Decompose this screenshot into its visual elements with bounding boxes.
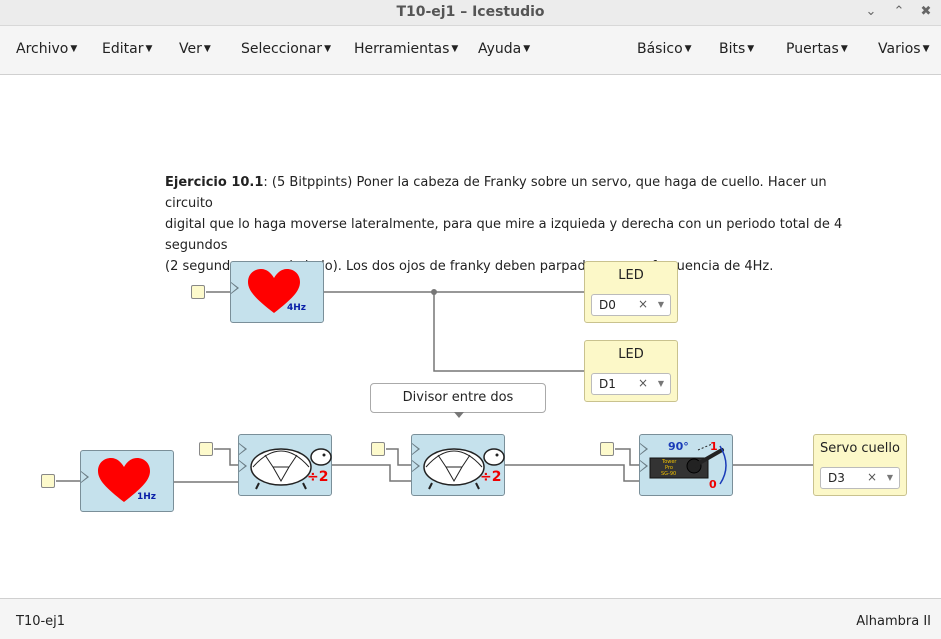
input-port[interactable] (191, 285, 205, 299)
pin-value: D3 (828, 471, 845, 485)
statusbar: T10-ej1 Alhambra II (0, 598, 941, 639)
dropdown-arrow-icon[interactable]: ▼ (658, 300, 664, 309)
window-title: T10-ej1 – Icestudio (396, 4, 545, 20)
input-port[interactable] (199, 442, 213, 456)
heartbeat-1hz-block[interactable]: 1Hz (80, 450, 174, 512)
pin-value: D0 (599, 298, 616, 312)
caret-down-icon: ▼ (840, 44, 848, 54)
input-arrow-icon (81, 471, 89, 483)
tooltip-arrow-icon (454, 412, 464, 418)
input-port[interactable] (41, 474, 55, 488)
servo-block[interactable]: 90° 1 0 Tower Pro SG-90 (639, 434, 733, 496)
frequency-label: 4Hz (287, 303, 307, 313)
board-name[interactable]: Alhambra II (856, 614, 931, 629)
maximize-icon[interactable]: ⌃ (890, 3, 908, 21)
divide-by-two-label: ÷2 (307, 469, 329, 485)
clear-icon[interactable]: × (867, 470, 877, 484)
menu-archivo[interactable]: Archivo ▼ (16, 41, 77, 57)
output-servo-cuello[interactable]: Servo cuello D3 × ▼ (813, 434, 907, 496)
pin-value: D1 (599, 377, 616, 391)
position-one-label: 1 (710, 440, 718, 453)
menubar: Archivo ▼ Editar ▼ Ver ▼ Seleccionar ▼ Herra… (0, 26, 941, 75)
close-icon[interactable]: ✖ (917, 3, 935, 21)
pin-select[interactable]: D1 × ▼ (591, 373, 671, 395)
menu-ayuda[interactable]: Ayuda ▼ (478, 41, 530, 57)
input-port[interactable] (371, 442, 385, 456)
position-zero-label: 0 (709, 478, 717, 491)
menu-puertas[interactable]: Puertas ▼ (786, 41, 848, 57)
pin-select[interactable]: D0 × ▼ (591, 294, 671, 316)
angle-label: 90° (668, 440, 689, 453)
design-canvas[interactable]: Ejercicio 10.1: (5 Bitppints) Poner la c… (0, 75, 941, 598)
output-label: Servo cuello (820, 441, 900, 456)
caret-down-icon: ▼ (922, 44, 930, 54)
project-name: T10-ej1 (16, 614, 66, 629)
menu-ver[interactable]: Ver ▼ (179, 41, 211, 57)
output-led-d0[interactable]: LED D0 × ▼ (584, 261, 678, 323)
caret-down-icon: ▼ (523, 44, 531, 54)
caret-down-icon: ▼ (145, 44, 153, 54)
caret-down-icon: ▼ (70, 44, 78, 54)
input-port[interactable] (600, 442, 614, 456)
caret-down-icon: ▼ (324, 44, 331, 54)
input-arrow-icon (231, 282, 239, 294)
divider-block-2[interactable]: ÷2 (411, 434, 505, 496)
pin-select[interactable]: D3 × ▼ (820, 467, 900, 489)
divider-block-1[interactable]: ÷2 (238, 434, 332, 496)
dropdown-arrow-icon[interactable]: ▼ (887, 473, 893, 482)
menu-editar[interactable]: Editar ▼ (102, 41, 152, 57)
clear-icon[interactable]: × (638, 376, 648, 390)
menu-bits[interactable]: Bits ▼ (719, 41, 754, 57)
minimize-icon[interactable]: ⌄ (862, 3, 880, 21)
caret-down-icon: ▼ (451, 44, 459, 54)
divide-by-two-label: ÷2 (480, 469, 502, 485)
dropdown-arrow-icon[interactable]: ▼ (658, 379, 664, 388)
caret-down-icon: ▼ (684, 44, 692, 54)
output-label: LED (618, 268, 644, 283)
servo-text: SG-90 (661, 471, 677, 477)
menu-herramientas[interactable]: Herramientas ▼ (354, 41, 458, 57)
frequency-label: 1Hz (137, 492, 157, 502)
block-tooltip: Divisor entre dos (370, 383, 546, 418)
menu-basico[interactable]: Básico ▼ (637, 41, 692, 57)
heartbeat-4hz-block[interactable]: 4Hz (230, 261, 324, 323)
window-titlebar: T10-ej1 – Icestudio ⌄ ⌃ ✖ (0, 0, 941, 26)
caret-down-icon: ▼ (203, 44, 211, 54)
output-label: LED (618, 347, 644, 362)
caret-down-icon: ▼ (747, 44, 755, 54)
menu-seleccionar[interactable]: Seleccionar ▼ (241, 41, 331, 57)
menu-varios[interactable]: Varios ▼ (878, 41, 930, 57)
wires (56, 289, 813, 483)
clear-icon[interactable]: × (638, 297, 648, 311)
output-led-d1[interactable]: LED D1 × ▼ (584, 340, 678, 402)
